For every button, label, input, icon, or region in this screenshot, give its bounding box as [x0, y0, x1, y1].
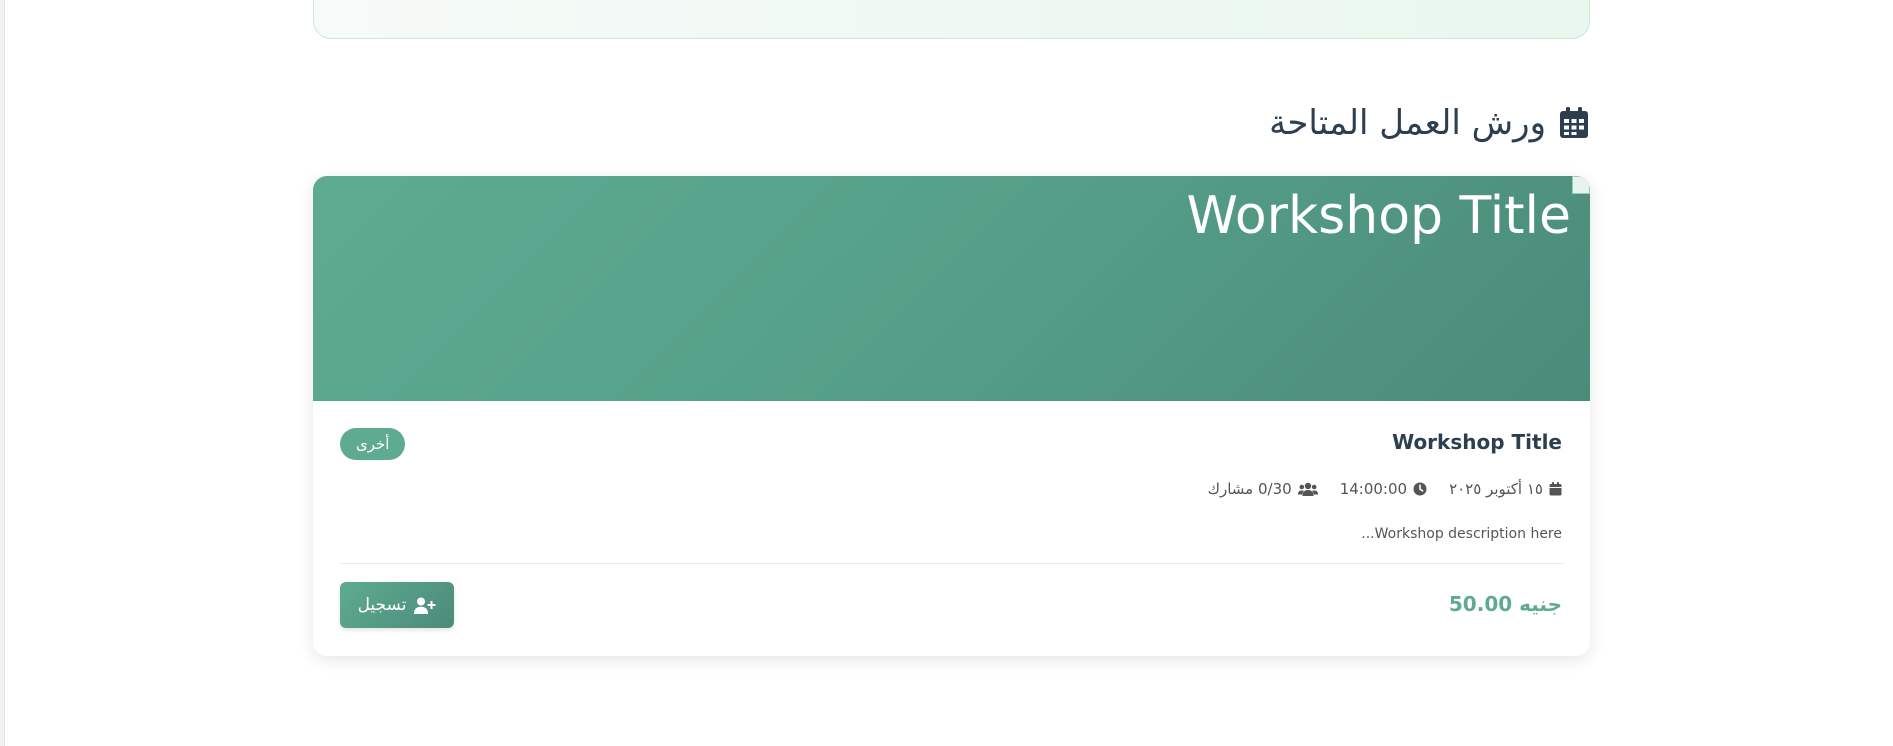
category-badge: أخرى [340, 428, 406, 460]
workshop-description: ...Workshop description here [1361, 526, 1562, 542]
workshop-image: Workshop Title [313, 176, 1590, 401]
workshop-date: ١٥ أكتوبر ٢٠٢٥ [1449, 480, 1543, 498]
section-title: ورش العمل المتاحة [1269, 103, 1546, 143]
top-info-panel [313, 0, 1590, 39]
calendar-icon [1549, 482, 1562, 496]
workshop-card[interactable]: Workshop Title Workshop Title أخرى ١٥ أك… [313, 176, 1590, 656]
workshop-price: 50.00 جنيه [1448, 592, 1562, 616]
calendar-icon [1560, 107, 1588, 138]
user-plus-icon [414, 597, 436, 614]
workshop-meta: ١٥ أكتوبر ٢٠٢٥ 14:00:00 0/30 مشارك [1208, 480, 1562, 498]
meta-participants: 0/30 مشارك [1208, 480, 1318, 498]
workshop-time: 14:00:00 [1339, 480, 1408, 498]
left-page-border [0, 0, 5, 746]
users-icon [1297, 482, 1318, 496]
register-label: تسجيل [357, 595, 407, 615]
workshop-participants: 0/30 مشارك [1207, 480, 1292, 498]
workshop-title: Workshop Title [1392, 430, 1562, 454]
workshop-image-alt-text: Workshop Title [1186, 186, 1571, 246]
meta-time: 14:00:00 [1340, 480, 1427, 498]
card-divider [340, 563, 1563, 564]
register-button[interactable]: تسجيل [340, 582, 454, 628]
section-heading: ورش العمل المتاحة [1269, 98, 1590, 148]
clock-icon [1413, 482, 1427, 496]
broken-image-icon [1572, 176, 1590, 194]
meta-date: ١٥ أكتوبر ٢٠٢٥ [1449, 480, 1562, 498]
